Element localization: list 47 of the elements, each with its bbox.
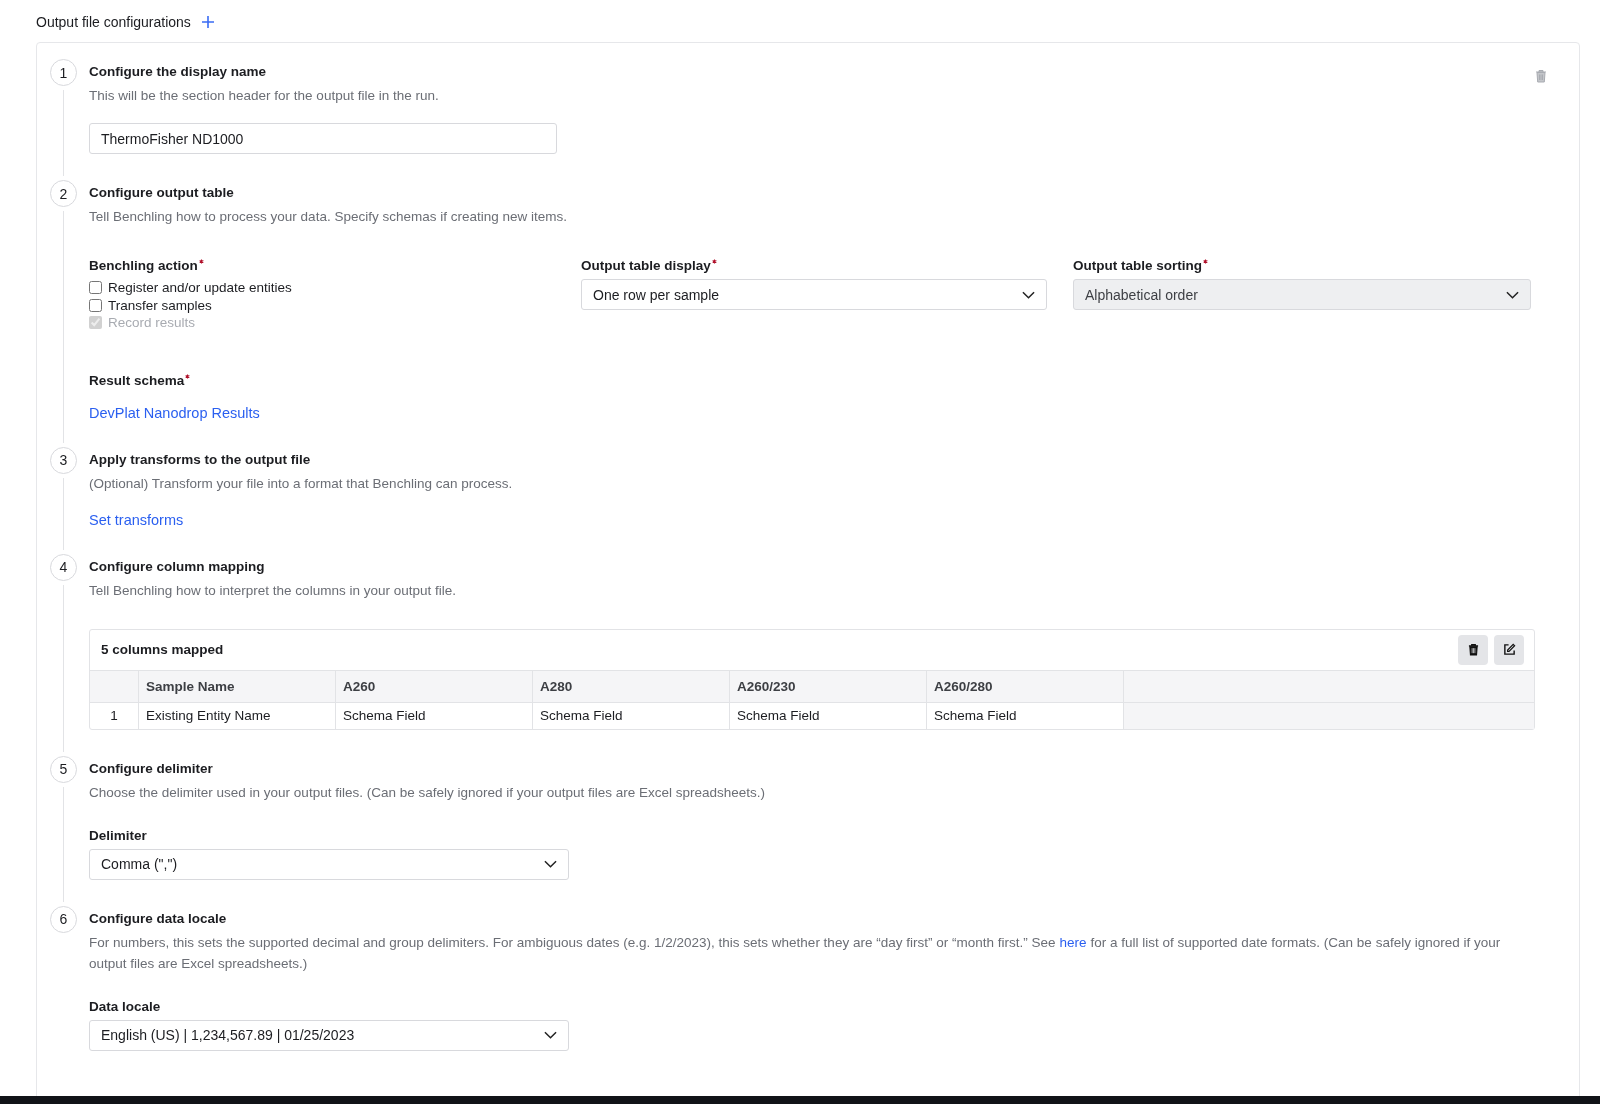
field-label: Output table display bbox=[581, 257, 711, 275]
column-header: A260/230 bbox=[729, 670, 927, 702]
checkbox[interactable] bbox=[89, 298, 102, 312]
step-description: (Optional) Transform your file into a format that Benchling can process. bbox=[89, 474, 514, 493]
column-header: Sample Name bbox=[138, 670, 336, 702]
step-description: Tell Benchling how to interpret the columns in your output file. bbox=[89, 581, 457, 600]
field-label: Delimiter bbox=[89, 826, 148, 845]
step-title: Apply transforms to the output file bbox=[89, 450, 312, 469]
step-description: Choose the delimiter used in your output files. (Can be safely ignored if your output files are Excel spreadsheets.) bbox=[89, 783, 767, 802]
delete-button[interactable] bbox=[1458, 634, 1488, 665]
checkbox[interactable] bbox=[89, 281, 102, 295]
step-title: Configure column mapping bbox=[89, 557, 266, 576]
trash-icon bbox=[1467, 643, 1479, 656]
section-title: Output file configurations bbox=[36, 14, 191, 30]
step-title: Configure data locale bbox=[89, 909, 228, 928]
add-icon[interactable] bbox=[200, 15, 215, 29]
step-description: This will be the section header for the output file in the run. bbox=[89, 87, 440, 105]
step-title: Configure delimiter bbox=[89, 759, 214, 778]
field-label: Benchling action bbox=[89, 257, 198, 275]
display-name-field[interactable]: ThermoFisher ND1000 bbox=[89, 123, 557, 154]
dropdown[interactable]: English (US) | 1,234,567.89 | 01/25/2023 bbox=[89, 1019, 569, 1051]
dropdown[interactable]: Comma (",") bbox=[89, 848, 569, 880]
schema-link[interactable]: DevPlat Nanodrop Results bbox=[89, 404, 260, 421]
column-header: A280 bbox=[532, 670, 730, 702]
edit-button[interactable] bbox=[1494, 634, 1524, 665]
column-header: A260 bbox=[335, 670, 533, 702]
step-title: Configure output table bbox=[89, 184, 235, 202]
dropdown[interactable]: One row per sample bbox=[581, 279, 1047, 310]
chevron-down-icon bbox=[544, 1031, 557, 1039]
checkbox-label: Record results bbox=[108, 315, 196, 331]
checkbox-label: Register and/or update entities bbox=[108, 280, 292, 296]
step-description: Tell Benchling how to process your data. Specify schemas if creating new items. bbox=[89, 208, 568, 226]
help-link[interactable]: here bbox=[1059, 934, 1087, 950]
row-number: 1 bbox=[90, 702, 139, 729]
field-label: Data locale bbox=[89, 997, 162, 1016]
edit-icon bbox=[1502, 643, 1516, 656]
column-header: A260/280 bbox=[926, 670, 1124, 702]
transforms-link[interactable]: Set transforms bbox=[89, 511, 184, 528]
step-title: Configure the display name bbox=[89, 63, 268, 81]
step-description: For numbers, this sets the supported decimal and group delimiters. For ambiguous dates (e.g. 1/2/2023), this sets whether they are “day first” or “month first.” See here for a full list of supported date formats. (Can be safely ignored if your output files are Excel spreadsheets.) bbox=[89, 933, 1502, 973]
checkbox-label: Transfer samples bbox=[108, 297, 212, 313]
chevron-down-icon bbox=[1506, 290, 1519, 299]
field-label: Output table sorting bbox=[1073, 257, 1202, 275]
chevron-down-icon bbox=[544, 860, 557, 868]
table-title: 5 columns mapped bbox=[101, 642, 224, 657]
field-label: Result schema bbox=[89, 371, 185, 390]
chevron-down-icon bbox=[1022, 290, 1035, 299]
